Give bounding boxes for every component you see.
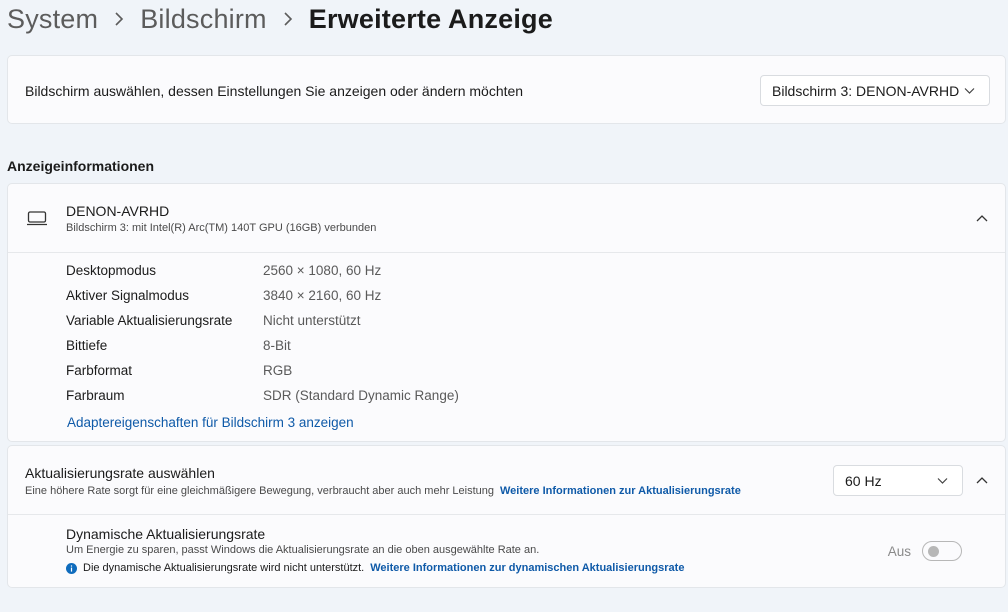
info-row: Variable Aktualisierungsrate Nicht unter… xyxy=(66,313,361,333)
info-value: 2560 × 1080, 60 Hz xyxy=(263,263,382,278)
chevron-down-icon xyxy=(937,477,948,484)
dynamic-refresh-title: Dynamische Aktualisierungsrate xyxy=(66,526,266,542)
toggle-knob xyxy=(928,546,939,557)
page-title: Erweiterte Anzeige xyxy=(308,3,553,34)
adapter-properties-link[interactable]: Adaptereigenschaften für Bildschirm 3 an… xyxy=(67,415,354,430)
info-key: Farbformat xyxy=(66,363,133,378)
chevron-down-icon xyxy=(964,87,975,94)
info-value: SDR (Standard Dynamic Range) xyxy=(263,388,459,403)
dynamic-refresh-toggle-label: Aus xyxy=(887,544,911,559)
refresh-rate-subtitle-text: Eine höhere Rate sorgt für eine gleichmä… xyxy=(25,485,494,497)
info-key: Bittiefe xyxy=(66,338,108,353)
refresh-rate-header: Aktualisierungsrate auswählen Eine höher… xyxy=(8,446,1005,515)
display-select-value: Bildschirm 3: DENON-AVRHD xyxy=(772,82,960,99)
info-key: Farbraum xyxy=(66,388,125,403)
info-value: 3840 × 2160, 60 Hz xyxy=(263,288,382,303)
info-row: Farbformat RGB xyxy=(66,363,292,383)
display-select-card: Bildschirm auswählen, dessen Einstellung… xyxy=(7,55,1006,124)
info-icon xyxy=(66,562,77,574)
display-info-card: DENON-AVRHD Bildschirm 3: mit Intel(R) A… xyxy=(7,183,1006,442)
display-select-label: Bildschirm auswählen, dessen Einstellung… xyxy=(25,83,524,99)
monitor-icon xyxy=(27,211,47,226)
refresh-rate-title: Aktualisierungsrate auswählen xyxy=(25,465,215,481)
info-value: 8-Bit xyxy=(263,338,291,353)
info-row: Aktiver Signalmodus 3840 × 2160, 60 Hz xyxy=(66,288,381,308)
info-key: Variable Aktualisierungsrate xyxy=(66,313,233,328)
device-name: DENON-AVRHD xyxy=(66,203,170,219)
info-row: Bittiefe 8-Bit xyxy=(66,338,291,358)
dynamic-refresh-subtitle: Um Energie zu sparen, passt Windows die … xyxy=(66,544,540,556)
chevron-up-icon[interactable] xyxy=(976,214,988,222)
display-info-section-title: Anzeigeinformationen xyxy=(7,158,155,174)
refresh-rate-subtitle: Eine höhere Rate sorgt für eine gleichmä… xyxy=(25,485,741,497)
info-key: Desktopmodus xyxy=(66,263,157,278)
dynamic-refresh-more-link[interactable]: Weitere Informationen zur dynamischen Ak… xyxy=(370,562,684,574)
display-info-header[interactable]: DENON-AVRHD Bildschirm 3: mit Intel(R) A… xyxy=(8,184,1005,253)
chevron-right-icon xyxy=(108,12,130,26)
chevron-up-icon[interactable] xyxy=(976,476,988,484)
chevron-right-icon xyxy=(277,12,299,26)
display-select-dropdown[interactable]: Bildschirm 3: DENON-AVRHD xyxy=(760,75,990,106)
dynamic-refresh-note: Die dynamische Aktualisierungsrate wird … xyxy=(66,562,684,574)
info-row: Farbraum SDR (Standard Dynamic Range) xyxy=(66,388,459,408)
breadcrumb-bildschirm[interactable]: Bildschirm xyxy=(140,4,267,35)
refresh-rate-card: Aktualisierungsrate auswählen Eine höher… xyxy=(7,445,1006,588)
breadcrumb-system[interactable]: System xyxy=(7,4,98,35)
info-key: Aktiver Signalmodus xyxy=(66,288,190,303)
refresh-rate-value: 60 Hz xyxy=(845,472,882,489)
device-subtitle: Bildschirm 3: mit Intel(R) Arc(TM) 140T … xyxy=(66,222,377,234)
info-value: Nicht unterstützt xyxy=(263,313,361,328)
dynamic-refresh-note-text: Die dynamische Aktualisierungsrate wird … xyxy=(83,562,365,574)
dynamic-refresh-toggle[interactable] xyxy=(922,541,962,561)
refresh-rate-dropdown[interactable]: 60 Hz xyxy=(833,465,963,496)
info-value: RGB xyxy=(263,363,293,378)
breadcrumb: System Bildschirm Erweiterte Anzeige xyxy=(7,2,553,36)
refresh-rate-more-link[interactable]: Weitere Informationen zur Aktualisierung… xyxy=(500,485,741,497)
info-row: Desktopmodus 2560 × 1080, 60 Hz xyxy=(66,263,381,283)
